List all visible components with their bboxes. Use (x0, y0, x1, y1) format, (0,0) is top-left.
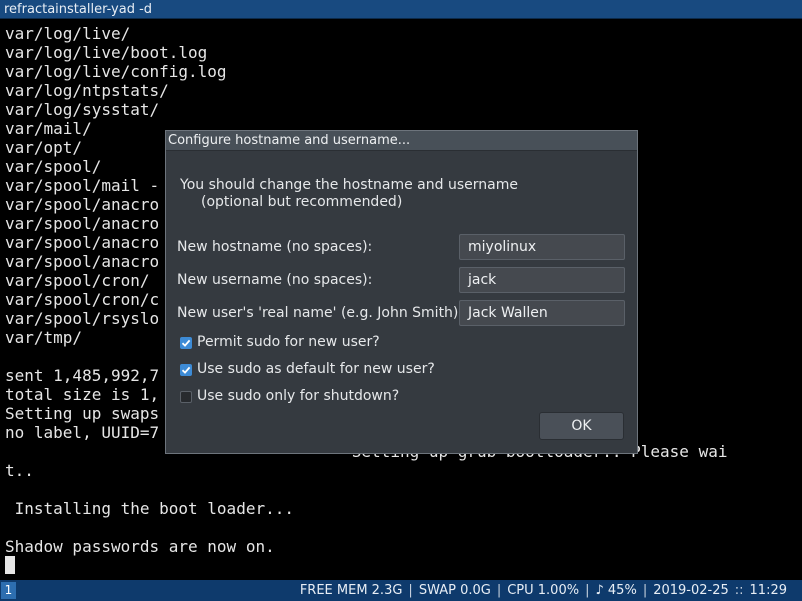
volume-readout[interactable]: ♪ 45% (595, 580, 636, 601)
checkmark-icon (181, 339, 191, 347)
terminal-line: var/spool/cron/ (5, 271, 150, 290)
sudo-default-label: Use sudo as default for new user? (197, 361, 435, 377)
intro-line: You should change the hostname and usern… (180, 177, 518, 193)
workspace-indicator[interactable]: 1 (1, 582, 16, 599)
terminal-line: var/tmp/ (5, 328, 83, 347)
terminal-line: var/spool/anacro (5, 214, 160, 233)
ok-button[interactable]: OK (539, 412, 624, 440)
username-label: New username (no spaces): (177, 272, 373, 288)
terminal-line: var/mail/ (5, 119, 92, 138)
realname-label: New user's 'real name' (e.g. John Smith)… (177, 305, 464, 321)
date-readout: 2019-02-25 (653, 583, 729, 598)
separator: | (585, 583, 590, 598)
terminal-line: var/spool/anacro (5, 233, 160, 252)
hostname-input[interactable]: miyolinux (459, 234, 625, 260)
configure-hostname-dialog[interactable]: Configure hostname and username... You s… (165, 130, 638, 454)
separator: | (642, 583, 648, 598)
swap-readout: SWAP 0.0G (418, 583, 491, 598)
terminal-line: var/log/sysstat/ (5, 100, 160, 119)
sudo-shutdown-label: Use sudo only for shutdown? (197, 388, 400, 404)
permit-sudo-checkbox[interactable] (180, 336, 192, 349)
time-separator: :: (734, 583, 744, 598)
terminal-line: var/spool/rsyslo (5, 309, 160, 328)
terminal-line: Shadow passwords are now on. (5, 537, 275, 556)
terminal-line: t.. (5, 461, 34, 480)
terminal-line: var/log/live/ (5, 24, 131, 43)
terminal-line: var/log/ntpstats/ (5, 81, 169, 100)
realname-input[interactable]: Jack Wallen (459, 300, 625, 326)
status-bar: 1 FREE MEM 2.3G | SWAP 0.0G | CPU 1.00% … (0, 580, 802, 601)
terminal-line: var/spool/ (5, 157, 102, 176)
separator: | (496, 583, 502, 598)
permit-sudo-checkbox-row[interactable]: Permit sudo for new user? (180, 334, 380, 351)
terminal-line: var/spool/anacro (5, 252, 160, 271)
terminal-line: Installing the boot loader... (5, 499, 294, 518)
dialog-title: Configure hostname and username... (168, 133, 411, 148)
sudo-default-checkbox[interactable] (180, 363, 192, 376)
separator: | (408, 583, 413, 598)
dialog-titlebar[interactable]: Configure hostname and username... (166, 131, 637, 151)
free-mem-readout: FREE MEM 2.3G (299, 583, 403, 598)
hostname-label: New hostname (no spaces): (177, 239, 373, 255)
window-titlebar[interactable]: refractainstaller-yad -d (0, 0, 802, 19)
permit-sudo-label: Permit sudo for new user? (197, 334, 380, 350)
cpu-readout: CPU 1.00% (507, 583, 580, 598)
terminal-line: var/log/live/boot.log (5, 43, 208, 62)
sudo-default-checkbox-row[interactable]: Use sudo as default for new user? (180, 361, 435, 378)
clock-readout: 11:29 (749, 583, 787, 598)
terminal-line: var/opt/ (5, 138, 83, 157)
sudo-shutdown-checkbox[interactable] (180, 390, 192, 403)
terminal-line: var/log/live/config.log (5, 62, 227, 81)
terminal-cursor (5, 556, 15, 574)
terminal-line: var/spool/anacro (5, 195, 160, 214)
username-input[interactable]: jack (459, 267, 625, 293)
window-title: refractainstaller-yad -d (4, 2, 153, 17)
sudo-shutdown-checkbox-row[interactable]: Use sudo only for shutdown? (180, 388, 399, 405)
terminal-line: var/spool/mail - (5, 176, 160, 195)
dialog-intro: You should change the hostname and usern… (180, 177, 518, 211)
terminal-line: no label, UUID=7 (5, 423, 160, 442)
checkmark-icon (181, 366, 191, 374)
terminal-line: var/spool/cron/c (5, 290, 160, 309)
intro-line: (optional but recommended) (201, 194, 403, 210)
